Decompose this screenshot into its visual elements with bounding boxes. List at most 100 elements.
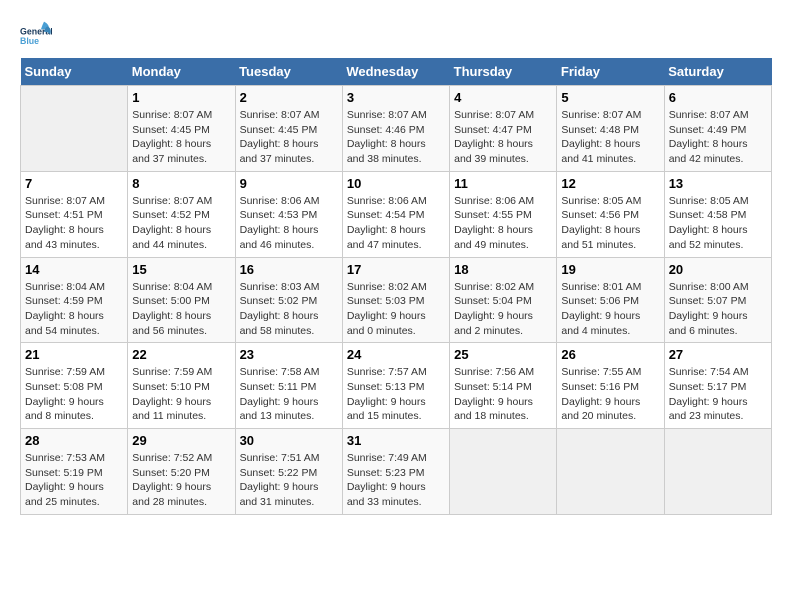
day-number: 3 (347, 90, 445, 105)
day-number: 24 (347, 347, 445, 362)
day-number: 27 (669, 347, 767, 362)
calendar-cell: 27 Sunrise: 7:54 AMSunset: 5:17 PMDayligh… (664, 343, 771, 429)
day-number: 5 (561, 90, 659, 105)
day-number: 11 (454, 176, 552, 191)
calendar-cell: 8 Sunrise: 8:07 AMSunset: 4:52 PMDaylight… (128, 171, 235, 257)
day-info: Sunrise: 8:07 AMSunset: 4:49 PMDaylight:… (669, 108, 767, 167)
day-number: 28 (25, 433, 123, 448)
day-number: 23 (240, 347, 338, 362)
day-info: Sunrise: 8:06 AMSunset: 4:55 PMDaylight:… (454, 194, 552, 253)
calendar-cell: 9Sunrise: 8:06 AMSunset: 4:53 PMDaylight… (235, 171, 342, 257)
day-info: Sunrise: 7:52 AMSunset: 5:20 PMDaylight:… (132, 451, 230, 510)
svg-text:Blue: Blue (20, 36, 39, 46)
logo-icon: General Blue (20, 20, 52, 48)
day-info: Sunrise: 7:56 AMSunset: 5:14 PMDaylight:… (454, 365, 552, 424)
weekday-header: Saturday (664, 58, 771, 86)
day-info: Sunrise: 7:51 AMSunset: 5:22 PMDaylight:… (240, 451, 338, 510)
day-number: 16 (240, 262, 338, 277)
calendar-cell: 6 Sunrise: 8:07 AMSunset: 4:49 PMDaylight… (664, 86, 771, 172)
day-number: 12 (561, 176, 659, 191)
day-info: Sunrise: 8:07 AMSunset: 4:46 PMDaylight:… (347, 108, 445, 167)
calendar-table: SundayMondayTuesdayWednesdayThursdayFrid… (20, 58, 772, 515)
calendar-cell: 10 Sunrise: 8:06 AMSunset: 4:54 PMDayligh… (342, 171, 449, 257)
calendar-cell: 20Sunrise: 8:00 AMSunset: 5:07 PMDayligh… (664, 257, 771, 343)
day-info: Sunrise: 8:04 AMSunset: 5:00 PMDaylight:… (132, 280, 230, 339)
calendar-cell: 23 Sunrise: 7:58 AMSunset: 5:11 PMDayligh… (235, 343, 342, 429)
calendar-cell: 14 Sunrise: 8:04 AMSunset: 4:59 PMDayligh… (21, 257, 128, 343)
day-number: 10 (347, 176, 445, 191)
calendar-cell: 15 Sunrise: 8:04 AMSunset: 5:00 PMDayligh… (128, 257, 235, 343)
calendar-cell: 25 Sunrise: 7:56 AMSunset: 5:14 PMDayligh… (450, 343, 557, 429)
day-number: 25 (454, 347, 552, 362)
calendar-cell: 4 Sunrise: 8:07 AMSunset: 4:47 PMDaylight… (450, 86, 557, 172)
day-number: 14 (25, 262, 123, 277)
day-info: Sunrise: 7:59 AMSunset: 5:08 PMDaylight:… (25, 365, 123, 424)
day-info: Sunrise: 8:07 AMSunset: 4:47 PMDaylight:… (454, 108, 552, 167)
calendar-week-row: 7Sunrise: 8:07 AMSunset: 4:51 PMDaylight… (21, 171, 772, 257)
day-info: Sunrise: 8:04 AMSunset: 4:59 PMDaylight:… (25, 280, 123, 339)
day-info: Sunrise: 8:06 AMSunset: 4:54 PMDaylight:… (347, 194, 445, 253)
day-info: Sunrise: 7:53 AMSunset: 5:19 PMDaylight:… (25, 451, 123, 510)
day-info: Sunrise: 7:58 AMSunset: 5:11 PMDaylight:… (240, 365, 338, 424)
day-number: 13 (669, 176, 767, 191)
calendar-cell: 12 Sunrise: 8:05 AMSunset: 4:56 PMDayligh… (557, 171, 664, 257)
day-info: Sunrise: 7:59 AMSunset: 5:10 PMDaylight:… (132, 365, 230, 424)
calendar-header-row: SundayMondayTuesdayWednesdayThursdayFrid… (21, 58, 772, 86)
day-number: 4 (454, 90, 552, 105)
day-number: 17 (347, 262, 445, 277)
page-header: General Blue (20, 20, 772, 48)
calendar-cell: 17Sunrise: 8:02 AMSunset: 5:03 PMDayligh… (342, 257, 449, 343)
day-info: Sunrise: 8:07 AMSunset: 4:45 PMDaylight:… (240, 108, 338, 167)
day-number: 15 (132, 262, 230, 277)
calendar-cell: 19 Sunrise: 8:01 AMSunset: 5:06 PMDayligh… (557, 257, 664, 343)
day-info: Sunrise: 7:54 AMSunset: 5:17 PMDaylight:… (669, 365, 767, 424)
day-info: Sunrise: 8:05 AMSunset: 4:58 PMDaylight:… (669, 194, 767, 253)
day-info: Sunrise: 8:02 AMSunset: 5:04 PMDaylight:… (454, 280, 552, 339)
day-number: 8 (132, 176, 230, 191)
calendar-cell: 7Sunrise: 8:07 AMSunset: 4:51 PMDaylight… (21, 171, 128, 257)
day-number: 9 (240, 176, 338, 191)
calendar-week-row: 21Sunrise: 7:59 AMSunset: 5:08 PMDayligh… (21, 343, 772, 429)
calendar-cell (450, 429, 557, 515)
day-number: 20 (669, 262, 767, 277)
calendar-cell: 21Sunrise: 7:59 AMSunset: 5:08 PMDayligh… (21, 343, 128, 429)
calendar-cell: 1 Sunrise: 8:07 AMSunset: 4:45 PMDaylight… (128, 86, 235, 172)
logo: General Blue (20, 20, 52, 48)
day-info: Sunrise: 8:01 AMSunset: 5:06 PMDaylight:… (561, 280, 659, 339)
calendar-cell: 5 Sunrise: 8:07 AMSunset: 4:48 PMDaylight… (557, 86, 664, 172)
day-number: 19 (561, 262, 659, 277)
day-number: 6 (669, 90, 767, 105)
day-number: 1 (132, 90, 230, 105)
calendar-week-row: 1 Sunrise: 8:07 AMSunset: 4:45 PMDaylight… (21, 86, 772, 172)
day-info: Sunrise: 7:49 AMSunset: 5:23 PMDaylight:… (347, 451, 445, 510)
weekday-header: Thursday (450, 58, 557, 86)
calendar-week-row: 14 Sunrise: 8:04 AMSunset: 4:59 PMDayligh… (21, 257, 772, 343)
calendar-cell: 11 Sunrise: 8:06 AMSunset: 4:55 PMDayligh… (450, 171, 557, 257)
day-number: 29 (132, 433, 230, 448)
day-info: Sunrise: 8:05 AMSunset: 4:56 PMDaylight:… (561, 194, 659, 253)
calendar-cell: 13 Sunrise: 8:05 AMSunset: 4:58 PMDayligh… (664, 171, 771, 257)
calendar-cell: 24Sunrise: 7:57 AMSunset: 5:13 PMDayligh… (342, 343, 449, 429)
weekday-header: Wednesday (342, 58, 449, 86)
calendar-cell: 18 Sunrise: 8:02 AMSunset: 5:04 PMDayligh… (450, 257, 557, 343)
day-info: Sunrise: 8:07 AMSunset: 4:52 PMDaylight:… (132, 194, 230, 253)
day-number: 2 (240, 90, 338, 105)
day-info: Sunrise: 8:03 AMSunset: 5:02 PMDaylight:… (240, 280, 338, 339)
calendar-cell: 26Sunrise: 7:55 AMSunset: 5:16 PMDayligh… (557, 343, 664, 429)
calendar-cell: 3 Sunrise: 8:07 AMSunset: 4:46 PMDaylight… (342, 86, 449, 172)
calendar-cell: 31Sunrise: 7:49 AMSunset: 5:23 PMDayligh… (342, 429, 449, 515)
weekday-header: Monday (128, 58, 235, 86)
day-number: 7 (25, 176, 123, 191)
calendar-cell: 22Sunrise: 7:59 AMSunset: 5:10 PMDayligh… (128, 343, 235, 429)
calendar-cell: 30Sunrise: 7:51 AMSunset: 5:22 PMDayligh… (235, 429, 342, 515)
calendar-cell: 16 Sunrise: 8:03 AMSunset: 5:02 PMDayligh… (235, 257, 342, 343)
day-number: 18 (454, 262, 552, 277)
day-info: Sunrise: 8:07 AMSunset: 4:45 PMDaylight:… (132, 108, 230, 167)
day-number: 26 (561, 347, 659, 362)
weekday-header: Tuesday (235, 58, 342, 86)
day-info: Sunrise: 8:07 AMSunset: 4:48 PMDaylight:… (561, 108, 659, 167)
calendar-cell: 2 Sunrise: 8:07 AMSunset: 4:45 PMDaylight… (235, 86, 342, 172)
calendar-cell (21, 86, 128, 172)
calendar-cell (664, 429, 771, 515)
calendar-cell: 28 Sunrise: 7:53 AMSunset: 5:19 PMDayligh… (21, 429, 128, 515)
